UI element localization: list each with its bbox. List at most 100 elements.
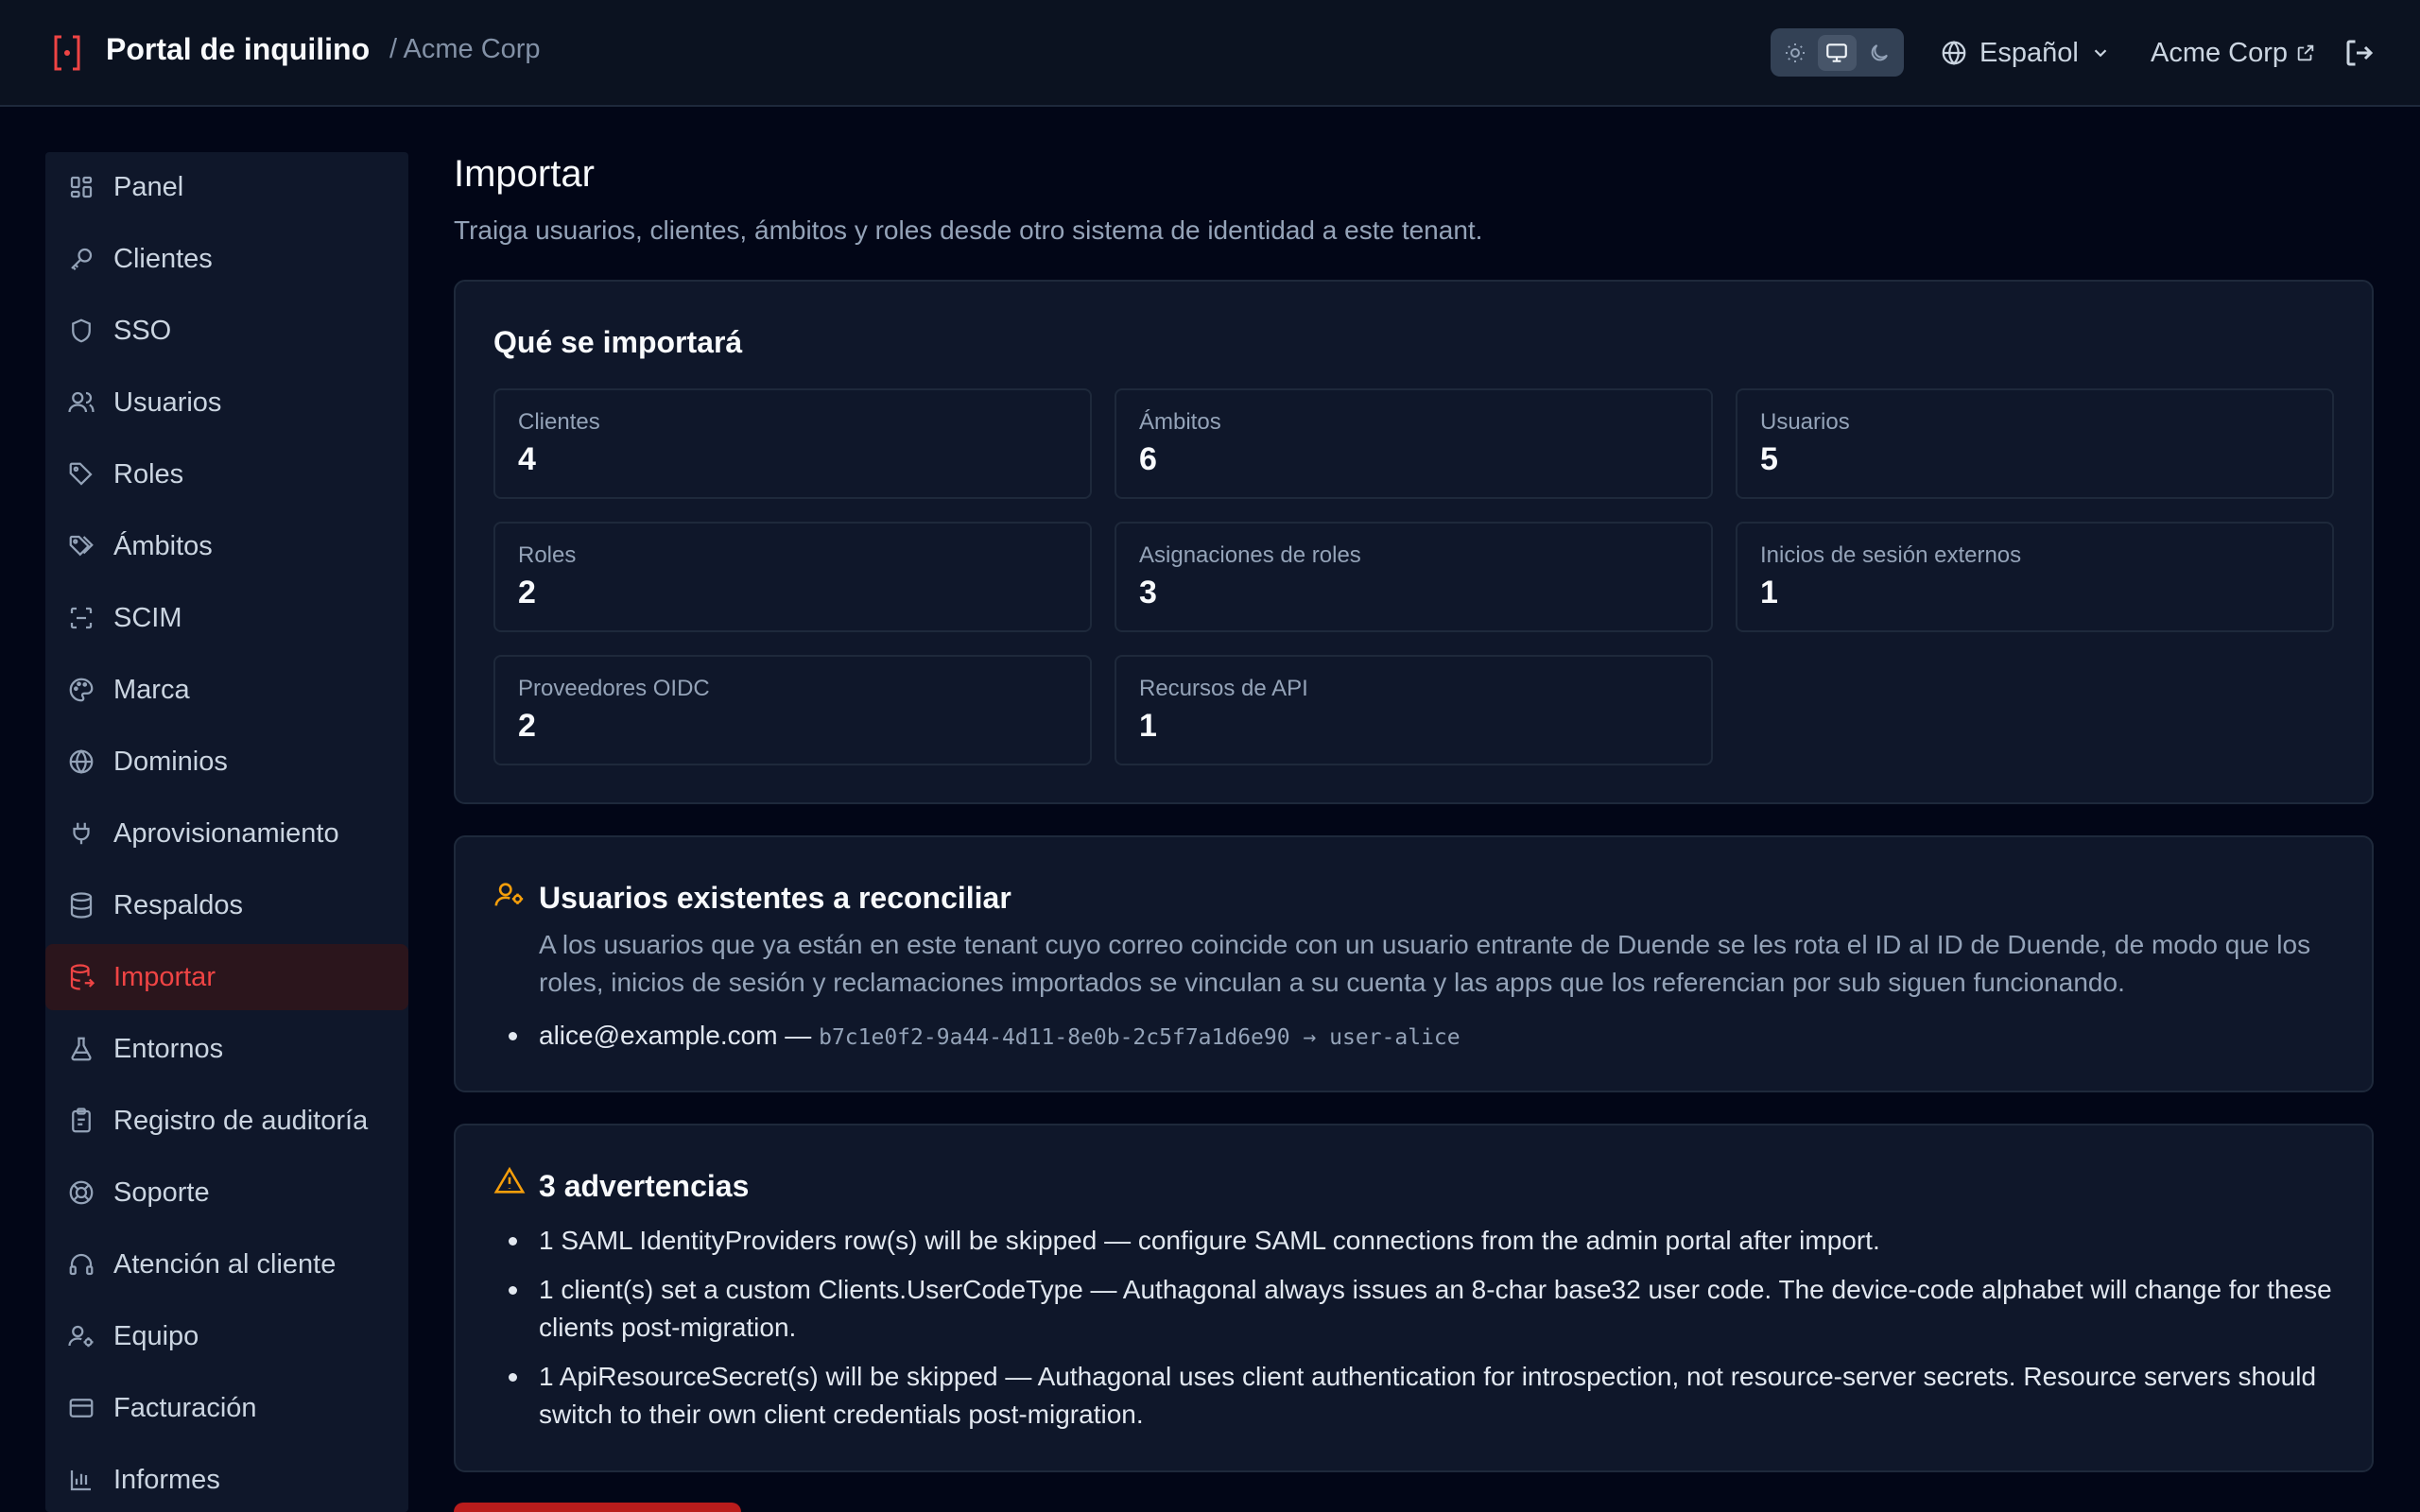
chevron-down-icon [2094,49,2107,58]
sidebar-item-label: Usuarios [113,387,222,418]
scan-icon [66,603,96,633]
sidebar-item-atencion-cliente[interactable]: Atención al cliente [45,1231,408,1297]
tag-icon [66,459,96,490]
warnings-list: 1 SAML IdentityProviders row(s) will be … [509,1222,2335,1445]
sidebar-item-label: Respaldos [113,889,244,920]
import-button[interactable] [454,1503,741,1512]
globe-icon [66,747,96,777]
stat-value: 6 [1139,441,1157,477]
monitor-icon [1826,43,1848,62]
list-item: alice@example.com — b7c1e0f2-9a44-4d11-8… [509,1017,2335,1057]
sidebar-item-label: Registro de auditoría [113,1105,369,1136]
breadcrumb-tenant: / Acme Corp [389,34,541,64]
theme-switcher [1771,28,1904,77]
sidebar-item-informes[interactable]: Informes [45,1447,408,1512]
sidebar-item-marca[interactable]: Marca [45,657,408,723]
user-cog-icon [66,1321,96,1351]
sidebar-item-dominios[interactable]: Dominios [45,729,408,795]
user-email: alice@example.com [539,1021,778,1050]
stat-value: 1 [1139,708,1157,744]
dashboard-icon [66,172,96,202]
stat-value: 3 [1139,575,1157,610]
sidebar-item-label: Informes [113,1464,220,1495]
warnings-card: 3 advertencias 1 SAML IdentityProviders … [454,1124,2374,1472]
stat-recursos-api: Recursos de API 1 [1115,655,1713,765]
stat-roles: Roles 2 [493,522,1092,632]
sidebar-item-entornos[interactable]: Entornos [45,1016,408,1082]
flask-icon [66,1034,96,1064]
stat-label: Clientes [518,409,600,435]
bar-chart-icon [66,1465,96,1495]
headset-icon [66,1249,96,1280]
moon-icon [1871,43,1888,60]
top-bar: Portal de inquilino / Acme Corp Español [0,0,2420,107]
stat-value: 5 [1760,441,1778,477]
stat-value: 1 [1760,575,1778,610]
sidebar-item-roles[interactable]: Roles [45,441,408,507]
sidebar-item-label: SCIM [113,602,182,633]
language-selector[interactable]: Español [1940,34,2111,72]
sidebar-item-label: Atención al cliente [113,1248,337,1280]
stat-proveedores-oidc: Proveedores OIDC 2 [493,655,1092,765]
sidebar-item-label: Equipo [113,1320,199,1351]
list-item: 1 client(s) set a custom Clients.UserCod… [509,1271,2335,1347]
sidebar-item-clientes[interactable]: Clientes [45,226,408,292]
app-title[interactable]: Portal de inquilino [106,32,370,67]
id-mapping: b7c1e0f2-9a44-4d11-8e0b-2c5f7a1d6e90 → u… [819,1025,1461,1050]
sidebar-item-soporte[interactable]: Soporte [45,1160,408,1226]
tenant-external-link[interactable]: Acme Corp [2151,34,2316,72]
stat-label: Inicios de sesión externos [1760,542,2022,568]
tenant-link-label: Acme Corp [2151,37,2289,68]
sidebar-item-registro-auditoria[interactable]: Registro de auditoría [45,1088,408,1154]
sidebar-item-importar[interactable]: Importar [45,944,408,1010]
stat-asignaciones-roles: Asignaciones de roles 3 [1115,522,1713,632]
stat-usuarios: Usuarios 5 [1736,388,2334,499]
sidebar: Panel Clientes SSO Usuarios Roles Ámbito… [45,152,408,1512]
sidebar-item-respaldos[interactable]: Respaldos [45,872,408,938]
users-icon [66,387,96,418]
sidebar-item-label: Soporte [113,1177,210,1208]
key-icon [66,244,96,274]
separator: — [777,1021,820,1050]
sidebar-item-usuarios[interactable]: Usuarios [45,369,408,436]
theme-dark-button[interactable] [1860,35,1898,71]
warning-triangle-icon [493,1166,526,1194]
theme-light-button[interactable] [1776,35,1814,71]
sidebar-item-label: Entornos [113,1033,224,1064]
stat-value: 2 [518,575,536,610]
clipboard-icon [66,1106,96,1136]
sidebar-item-sso[interactable]: SSO [45,298,408,364]
globe-icon [1942,41,1966,65]
sidebar-item-label: Roles [113,458,184,490]
sidebar-item-ambitos[interactable]: Ámbitos [45,513,408,579]
sidebar-item-label: Clientes [113,243,213,274]
reconcile-title: Usuarios existentes a reconciliar [539,881,1011,915]
list-item: 1 ApiResourceSecret(s) will be skipped —… [509,1358,2335,1434]
page-title: Importar [454,153,595,195]
user-cog-icon [494,883,524,906]
stat-label: Recursos de API [1139,676,1308,701]
logout-icon[interactable] [2342,36,2377,70]
stat-label: Ámbitos [1139,409,1221,435]
lifebuoy-icon [66,1177,96,1208]
stat-label: Asignaciones de roles [1139,542,1361,568]
sidebar-item-label: Aprovisionamiento [113,817,339,849]
theme-system-button[interactable] [1818,34,1857,71]
warnings-title: 3 advertencias [539,1169,750,1203]
sidebar-item-scim[interactable]: SCIM [45,585,408,651]
sidebar-item-label: Panel [113,171,184,202]
brand-logo-icon [54,35,80,71]
external-link-icon [2297,44,2314,61]
sidebar-item-equipo[interactable]: Equipo [45,1303,408,1369]
sidebar-item-label: Dominios [113,746,228,777]
sidebar-item-facturacion[interactable]: Facturación [45,1375,408,1441]
reconcile-list: alice@example.com — b7c1e0f2-9a44-4d11-8… [509,1017,2335,1068]
stat-clientes: Clientes 4 [493,388,1092,499]
sidebar-item-panel[interactable]: Panel [45,154,408,220]
sidebar-item-aprovisionamiento[interactable]: Aprovisionamiento [45,800,408,867]
database-import-icon [66,962,96,992]
reconcile-users-card: Usuarios existentes a reconciliar A los … [454,835,2374,1092]
stat-label: Proveedores OIDC [518,676,710,701]
card-icon [66,1393,96,1423]
import-summary-card: Qué se importará Clientes 4 Ámbitos 6 Us… [454,280,2374,804]
